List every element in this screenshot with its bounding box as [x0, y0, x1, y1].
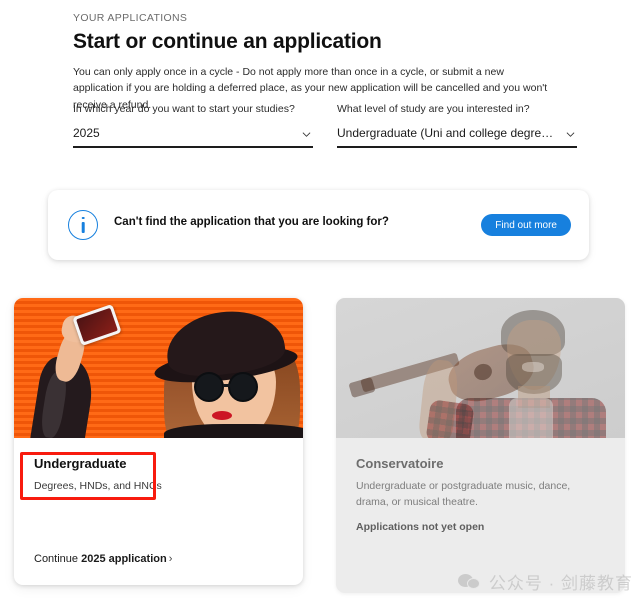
start-year-value: 2025 — [73, 126, 100, 140]
conservatoire-card: Conservatoire Undergraduate or postgradu… — [336, 298, 625, 593]
application-filters: In which year do you want to start your … — [73, 103, 577, 148]
conservatoire-status-text: Applications not yet open — [356, 520, 485, 533]
continue-application-link[interactable]: Continue 2025 application › — [34, 553, 172, 565]
start-year-field: In which year do you want to start your … — [73, 103, 313, 148]
study-level-value: Undergraduate (Uni and college degrees, … — [337, 126, 577, 140]
start-year-select[interactable]: 2025 — [73, 125, 313, 148]
conservatoire-card-subtitle: Undergraduate or postgraduate music, dan… — [356, 480, 571, 508]
find-out-more-button[interactable]: Find out more — [481, 214, 571, 236]
undergraduate-card-body: Undergraduate Degrees, HNDs, and HNCs Co… — [14, 438, 303, 585]
selfie-photo — [14, 298, 303, 438]
undergraduate-card-subtitle: Degrees, HNDs, and HNCs — [34, 480, 162, 492]
chevron-right-icon: › — [168, 553, 173, 565]
info-circle-icon — [68, 210, 98, 240]
continue-link-strong: 2025 application — [81, 553, 167, 565]
page-header: YOUR APPLICATIONS Start or continue an a… — [73, 12, 573, 113]
start-year-label: In which year do you want to start your … — [73, 103, 295, 115]
help-banner-message: Can't find the application that you are … — [114, 215, 389, 228]
undergraduate-card[interactable]: Undergraduate Degrees, HNDs, and HNCs Co… — [14, 298, 303, 585]
guitarist-photo — [336, 298, 625, 438]
conservatoire-card-image — [336, 298, 625, 438]
continue-link-prefix: Continue — [34, 553, 82, 565]
undergraduate-card-image — [14, 298, 303, 438]
help-banner: Can't find the application that you are … — [48, 190, 589, 260]
eyebrow-label: YOUR APPLICATIONS — [73, 12, 188, 24]
conservatoire-card-body: Conservatoire Undergraduate or postgradu… — [336, 438, 625, 593]
study-level-label: What level of study are you interested i… — [337, 103, 530, 115]
conservatoire-card-title: Conservatoire — [356, 456, 444, 471]
undergraduate-card-title: Undergraduate — [34, 456, 127, 471]
study-level-select[interactable]: Undergraduate (Uni and college degrees, … — [337, 125, 577, 148]
page-title: Start or continue an application — [73, 30, 382, 53]
study-level-field: What level of study are you interested i… — [337, 103, 577, 148]
